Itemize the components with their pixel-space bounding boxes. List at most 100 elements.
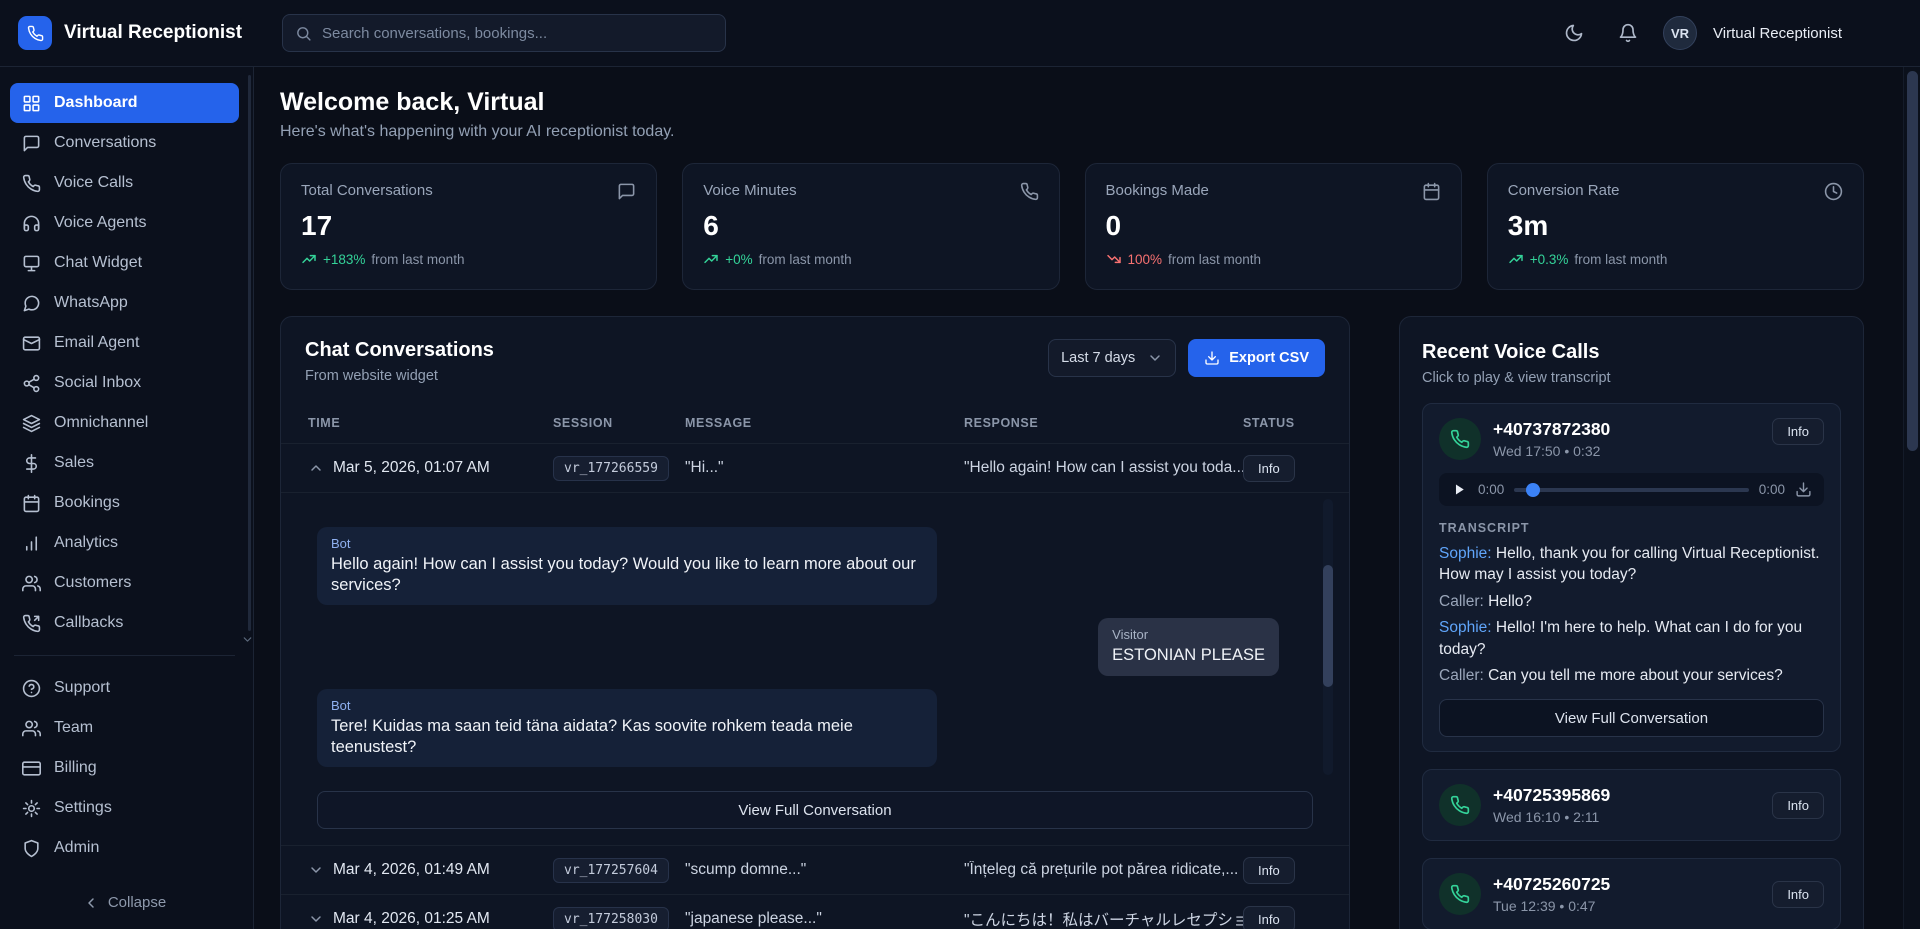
sidebar: Dashboard Conversations Voice Calls Voic… xyxy=(0,67,254,929)
sidebar-item-label: WhatsApp xyxy=(54,294,128,312)
stat-delta-suffix: from last month xyxy=(1168,252,1261,267)
bar-chart-icon xyxy=(22,534,41,553)
voice-call-card[interactable]: +40737872380 Wed 17:50 • 0:32 Info 0:00 xyxy=(1422,403,1841,752)
headset-icon xyxy=(22,214,41,233)
search-input[interactable] xyxy=(322,25,713,42)
calendar-icon xyxy=(1422,182,1441,201)
stat-card-conversion-rate: Conversion Rate 3m +0.3% from last month xyxy=(1487,163,1864,290)
sidebar-item-label: Billing xyxy=(54,759,97,777)
info-button[interactable]: Info xyxy=(1243,906,1295,929)
sidebar-item-bookings[interactable]: Bookings xyxy=(10,483,239,523)
phone-icon xyxy=(1450,429,1470,449)
slider-thumb[interactable] xyxy=(1526,483,1540,497)
transcript-label: TRANSCRIPT xyxy=(1439,521,1824,535)
info-button[interactable]: Info xyxy=(1243,455,1295,482)
topbar-actions: VR Virtual Receptionist xyxy=(1555,14,1920,52)
call-avatar xyxy=(1439,784,1481,826)
sidebar-item-whatsapp[interactable]: WhatsApp xyxy=(10,283,239,323)
stat-card-bookings-made: Bookings Made 0 100% from last month xyxy=(1085,163,1462,290)
sidebar-item-label: Voice Calls xyxy=(54,174,133,192)
voice-section-subtitle: Click to play & view transcript xyxy=(1422,370,1841,386)
sidebar-item-settings[interactable]: Settings xyxy=(10,788,239,828)
user-avatar[interactable]: VR xyxy=(1663,16,1697,50)
sidebar-item-support[interactable]: Support xyxy=(10,668,239,708)
transcript-text: Hello? xyxy=(1488,593,1532,610)
table-row[interactable]: Mar 4, 2026, 01:25 AM vr_177258030 "japa… xyxy=(281,895,1349,929)
page-title: Welcome back, Virtual xyxy=(280,87,1864,117)
stat-card-total-conversations: Total Conversations 17 +183% from last m… xyxy=(280,163,657,290)
chat-message-visitor: Visitor ESTONIAN PLEASE xyxy=(1098,618,1279,676)
call-number: +40725260725 xyxy=(1493,874,1610,895)
export-csv-button[interactable]: Export CSV xyxy=(1188,339,1325,377)
info-button[interactable]: Info xyxy=(1243,857,1295,884)
stat-value: 3m xyxy=(1508,210,1843,242)
recent-voice-calls-panel: Recent Voice Calls Click to play & view … xyxy=(1399,316,1864,929)
download-icon xyxy=(1795,481,1812,498)
transcript-speaker: Caller: xyxy=(1439,667,1484,684)
sidebar-item-email-agent[interactable]: Email Agent xyxy=(10,323,239,363)
elapsed-time: 0:00 xyxy=(1478,482,1504,497)
transcript-line: Sophie: Hello! I'm here to help. What ca… xyxy=(1439,617,1824,660)
chat-bubble-icon xyxy=(22,134,41,153)
notifications-button[interactable] xyxy=(1609,14,1647,52)
sidebar-item-customers[interactable]: Customers xyxy=(10,563,239,603)
sidebar-item-chat-widget[interactable]: Chat Widget xyxy=(10,243,239,283)
sidebar-item-voice-calls[interactable]: Voice Calls xyxy=(10,163,239,203)
table-row[interactable]: Mar 4, 2026, 01:49 AM vr_177257604 "scum… xyxy=(281,846,1349,895)
voice-call-card[interactable]: +40725395869 Wed 16:10 • 2:11 Info xyxy=(1422,769,1841,841)
conversation-preview: Bot Hello again! How can I assist you to… xyxy=(281,493,1349,846)
voice-call-card[interactable]: +40725260725 Tue 12:39 • 0:47 Info xyxy=(1422,858,1841,929)
stat-value: 17 xyxy=(301,210,636,242)
sidebar-item-analytics[interactable]: Analytics xyxy=(10,523,239,563)
chevron-up-icon xyxy=(308,460,324,476)
sidebar-item-social-inbox[interactable]: Social Inbox xyxy=(10,363,239,403)
sidebar-item-sales[interactable]: Sales xyxy=(10,443,239,483)
stat-delta: 100% xyxy=(1128,252,1163,267)
seek-slider[interactable] xyxy=(1514,483,1748,497)
view-full-conversation-button[interactable]: View Full Conversation xyxy=(317,791,1313,829)
sidebar-scrollbar[interactable] xyxy=(248,75,251,631)
chat-section-title: Chat Conversations xyxy=(305,339,494,362)
sidebar-collapse-button[interactable]: Collapse xyxy=(10,884,239,915)
call-avatar xyxy=(1439,418,1481,460)
chat-section-subtitle: From website widget xyxy=(305,368,494,384)
view-full-conversation-button[interactable]: View Full Conversation xyxy=(1439,699,1824,737)
table-row[interactable]: Mar 5, 2026, 01:07 AM vr_177266559 "Hi..… xyxy=(281,444,1349,493)
stat-value: 0 xyxy=(1106,210,1441,242)
sidebar-item-label: Email Agent xyxy=(54,334,139,352)
dollar-icon xyxy=(22,454,41,473)
play-icon xyxy=(1451,481,1468,498)
info-button[interactable]: Info xyxy=(1772,418,1824,445)
info-button[interactable]: Info xyxy=(1772,792,1824,819)
stat-label: Voice Minutes xyxy=(703,182,796,199)
sidebar-item-billing[interactable]: Billing xyxy=(10,748,239,788)
sidebar-item-team[interactable]: Team xyxy=(10,708,239,748)
transcript-speaker: Sophie: xyxy=(1439,545,1492,562)
chat-widget-icon xyxy=(22,254,41,273)
message-sender: Visitor xyxy=(1112,627,1265,642)
date-range-select[interactable]: Last 7 days xyxy=(1048,339,1176,377)
column-message: MESSAGE xyxy=(685,416,964,430)
theme-toggle-button[interactable] xyxy=(1555,14,1593,52)
global-search[interactable] xyxy=(282,14,726,52)
info-button[interactable]: Info xyxy=(1772,881,1824,908)
play-button[interactable] xyxy=(1451,481,1468,498)
transcript-speaker: Caller: xyxy=(1439,593,1484,610)
sidebar-item-label: Customers xyxy=(54,574,131,592)
messages-scrollbar[interactable] xyxy=(1323,565,1333,687)
stat-card-voice-minutes: Voice Minutes 6 +0% from last month xyxy=(682,163,1059,290)
sidebar-item-voice-agents[interactable]: Voice Agents xyxy=(10,203,239,243)
sidebar-item-omnichannel[interactable]: Omnichannel xyxy=(10,403,239,443)
sidebar-item-label: Settings xyxy=(54,799,112,817)
sidebar-item-callbacks[interactable]: Callbacks xyxy=(10,603,239,643)
sidebar-item-admin[interactable]: Admin xyxy=(10,828,239,868)
sidebar-item-conversations[interactable]: Conversations xyxy=(10,123,239,163)
clock-icon xyxy=(1824,182,1843,201)
page-scrollbar[interactable] xyxy=(1907,71,1918,451)
page-subtitle: Here's what's happening with your AI rec… xyxy=(280,123,1864,141)
stat-label: Bookings Made xyxy=(1106,182,1209,199)
call-meta: Wed 17:50 • 0:32 xyxy=(1493,443,1610,459)
sidebar-item-dashboard[interactable]: Dashboard xyxy=(10,83,239,123)
download-recording-button[interactable] xyxy=(1795,481,1812,498)
transcript-text: Can you tell me more about your services… xyxy=(1488,667,1783,684)
